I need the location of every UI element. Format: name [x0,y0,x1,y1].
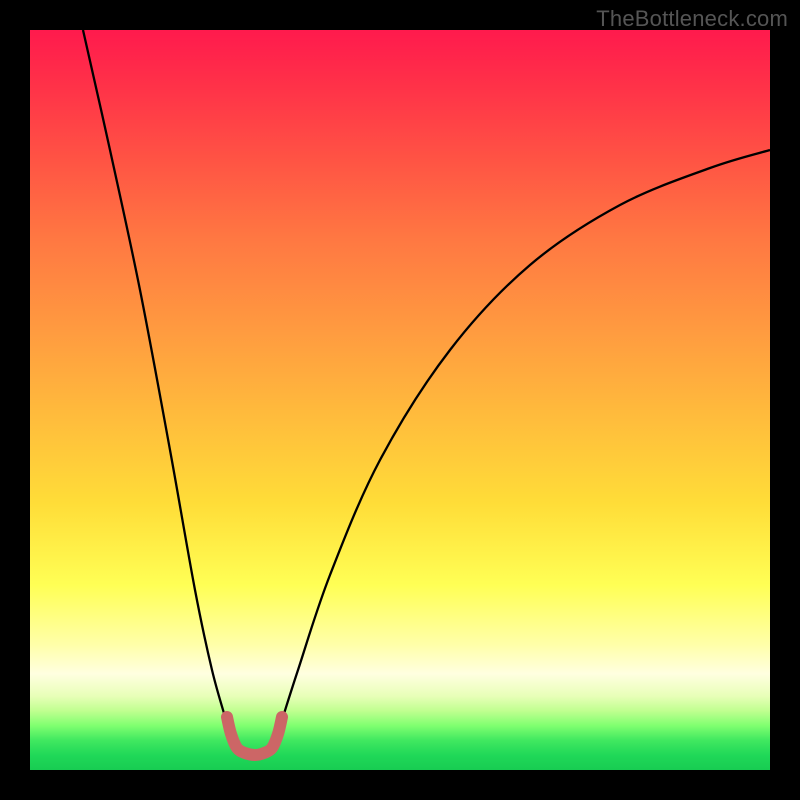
curve-right [282,150,770,720]
curve-left [83,30,226,720]
chart-svg [30,30,770,770]
trough-marker [227,717,282,755]
watermark-text: TheBottleneck.com [596,6,788,32]
